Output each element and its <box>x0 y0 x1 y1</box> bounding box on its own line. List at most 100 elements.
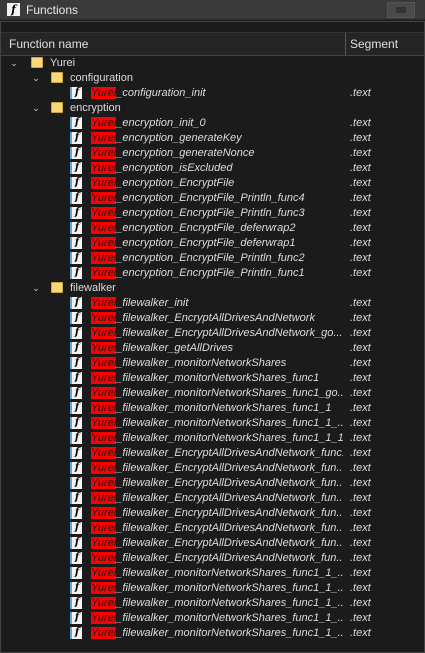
function-icon: f <box>70 507 82 519</box>
function-icon: f <box>70 252 82 264</box>
function-row[interactable]: f Yurei_encryption_EncryptFile_deferwrap1… <box>1 236 424 251</box>
function-icon: f <box>70 342 82 354</box>
function-row[interactable]: f Yurei_filewalker_monitorNetworkShares_f… <box>1 581 424 596</box>
function-row[interactable]: f Yurei_filewalker_monitorNetworkShares_f… <box>1 386 424 401</box>
function-row[interactable]: f Yurei_filewalker_EncryptAllDrivesAndNet… <box>1 536 424 551</box>
function-segment: .text <box>350 627 371 639</box>
function-segment: .text <box>350 597 371 609</box>
function-row[interactable]: f Yurei_filewalker_EncryptAllDrivesAndNet… <box>1 491 424 506</box>
function-icon: f <box>70 177 82 189</box>
function-row[interactable]: f Yurei_encryption_EncryptFile_deferwrap2… <box>1 221 424 236</box>
function-name-rest: _encryption_EncryptFile <box>116 177 235 189</box>
highlighted-prefix: Yurei <box>91 522 117 534</box>
folder-row[interactable]: ⌄ filewalker <box>1 281 424 296</box>
function-segment: .text <box>350 252 371 264</box>
function-icon: f <box>70 387 82 399</box>
function-row[interactable]: f Yurei_filewalker_monitorNetworkShares_f… <box>1 611 424 626</box>
function-row[interactable]: f Yurei_filewalker_monitorNetworkShares_f… <box>1 401 424 416</box>
chevron-down-icon[interactable]: ⌄ <box>9 58 19 68</box>
folder-label: filewalker <box>70 282 116 294</box>
function-row[interactable]: f Yurei_filewalker_init .text <box>1 296 424 311</box>
column-segment[interactable]: Segment <box>350 37 398 51</box>
function-name: Yurei_filewalker_monitorNetworkShares <box>91 357 343 369</box>
function-row[interactable]: f Yurei_encryption_generateKey .text <box>1 131 424 146</box>
function-name-rest: _filewalker_monitorNetworkShares_func1_1… <box>116 432 343 444</box>
function-name: Yurei_filewalker_EncryptAllDrivesAndNetw… <box>91 447 343 459</box>
highlighted-prefix: Yurei <box>91 147 117 159</box>
function-segment: .text <box>350 402 371 414</box>
function-row[interactable]: f Yurei_filewalker_EncryptAllDrivesAndNet… <box>1 446 424 461</box>
function-name-rest: _encryption_EncryptFile_Println_func1 <box>116 267 305 279</box>
highlighted-prefix: Yurei <box>91 627 117 639</box>
function-segment: .text <box>350 162 371 174</box>
function-name: Yurei_encryption_EncryptFile_deferwrap1 <box>91 237 343 249</box>
function-name: Yurei_filewalker_monitorNetworkShares_fu… <box>91 387 343 399</box>
function-row[interactable]: f Yurei_filewalker_EncryptAllDrivesAndNet… <box>1 521 424 536</box>
function-row[interactable]: f Yurei_encryption_EncryptFile_Println_fu… <box>1 266 424 281</box>
function-row[interactable]: f Yurei_encryption_init_0 .text <box>1 116 424 131</box>
function-row[interactable]: f Yurei_filewalker_monitorNetworkShares_f… <box>1 431 424 446</box>
function-name: Yurei_encryption_EncryptFile <box>91 177 343 189</box>
function-icon: f <box>70 582 82 594</box>
function-name-rest: _filewalker_EncryptAllDrivesAndNetwork <box>116 312 315 324</box>
function-icon: f <box>70 117 82 129</box>
function-icon: f <box>70 417 82 429</box>
tree-root-row[interactable]: ⌄ Yurei <box>1 56 424 71</box>
function-row[interactable]: f Yurei_encryption_EncryptFile_Println_fu… <box>1 206 424 221</box>
function-name: Yurei_filewalker_monitorNetworkShares_fu… <box>91 417 343 429</box>
function-segment: .text <box>350 222 371 234</box>
function-row[interactable]: f Yurei_encryption_isExcluded .text <box>1 161 424 176</box>
function-row[interactable]: f Yurei_filewalker_EncryptAllDrivesAndNet… <box>1 461 424 476</box>
function-row[interactable]: f Yurei_filewalker_monitorNetworkShares_f… <box>1 371 424 386</box>
folder-row[interactable]: ⌄ encryption <box>1 101 424 116</box>
function-name-rest: _filewalker_monitorNetworkShares_func1_g… <box>116 387 343 399</box>
chevron-down-icon[interactable]: ⌄ <box>31 103 41 113</box>
column-separator[interactable] <box>345 33 346 55</box>
chevron-down-icon[interactable]: ⌄ <box>31 283 41 293</box>
function-row[interactable]: f Yurei_configuration_init .text <box>1 86 424 101</box>
function-name: Yurei_filewalker_getAllDrives <box>91 342 343 354</box>
function-row[interactable]: f Yurei_filewalker_EncryptAllDrivesAndNet… <box>1 476 424 491</box>
function-name: Yurei_filewalker_EncryptAllDrivesAndNetw… <box>91 312 343 324</box>
highlighted-prefix: Yurei <box>91 402 117 414</box>
highlighted-prefix: Yurei <box>91 312 117 324</box>
function-name: Yurei_encryption_isExcluded <box>91 162 343 174</box>
function-name-rest: _encryption_EncryptFile_Println_func3 <box>116 207 305 219</box>
function-name-rest: _filewalker_EncryptAllDrivesAndNetwork_g… <box>116 327 343 339</box>
highlighted-prefix: Yurei <box>91 132 117 144</box>
function-row[interactable]: f Yurei_filewalker_EncryptAllDrivesAndNet… <box>1 311 424 326</box>
highlighted-prefix: Yurei <box>91 117 117 129</box>
function-name-rest: _filewalker_monitorNetworkShares_func1_1… <box>116 627 343 639</box>
function-row[interactable]: f Yurei_encryption_EncryptFile_Println_fu… <box>1 191 424 206</box>
highlighted-prefix: Yurei <box>91 537 117 549</box>
highlighted-prefix: Yurei <box>91 417 117 429</box>
function-row[interactable]: f Yurei_filewalker_monitorNetworkShares_f… <box>1 596 424 611</box>
function-row[interactable]: f Yurei_filewalker_getAllDrives .text <box>1 341 424 356</box>
function-row[interactable]: f Yurei_filewalker_EncryptAllDrivesAndNet… <box>1 326 424 341</box>
function-name: Yurei_encryption_EncryptFile_deferwrap2 <box>91 222 343 234</box>
function-row[interactable]: f Yurei_filewalker_EncryptAllDrivesAndNet… <box>1 506 424 521</box>
function-row[interactable]: f Yurei_encryption_generateNonce .text <box>1 146 424 161</box>
function-segment: .text <box>350 267 371 279</box>
function-segment: .text <box>350 462 371 474</box>
function-segment: .text <box>350 357 371 369</box>
function-name: Yurei_encryption_EncryptFile_Println_fun… <box>91 252 343 264</box>
column-function-name[interactable]: Function name <box>9 37 88 51</box>
function-row[interactable]: f Yurei_filewalker_monitorNetworkShares .t… <box>1 356 424 371</box>
function-row[interactable]: f Yurei_filewalker_EncryptAllDrivesAndNet… <box>1 551 424 566</box>
function-name-rest: _encryption_EncryptFile_deferwrap1 <box>116 237 296 249</box>
highlighted-prefix: Yurei <box>91 597 117 609</box>
chevron-down-icon[interactable]: ⌄ <box>31 73 41 83</box>
folder-icon <box>51 72 63 83</box>
function-row[interactable]: f Yurei_encryption_EncryptFile .text <box>1 176 424 191</box>
function-segment: .text <box>350 297 371 309</box>
function-row[interactable]: f Yurei_filewalker_monitorNetworkShares_f… <box>1 566 424 581</box>
function-row[interactable]: f Yurei_filewalker_monitorNetworkShares_f… <box>1 626 424 641</box>
function-row[interactable]: f Yurei_filewalker_monitorNetworkShares_f… <box>1 416 424 431</box>
highlighted-prefix: Yurei <box>91 237 117 249</box>
highlighted-prefix: Yurei <box>91 552 117 564</box>
function-icon: f <box>70 552 82 564</box>
window-menu-button[interactable] <box>387 2 415 18</box>
function-row[interactable]: f Yurei_encryption_EncryptFile_Println_fu… <box>1 251 424 266</box>
folder-row[interactable]: ⌄ configuration <box>1 71 424 86</box>
